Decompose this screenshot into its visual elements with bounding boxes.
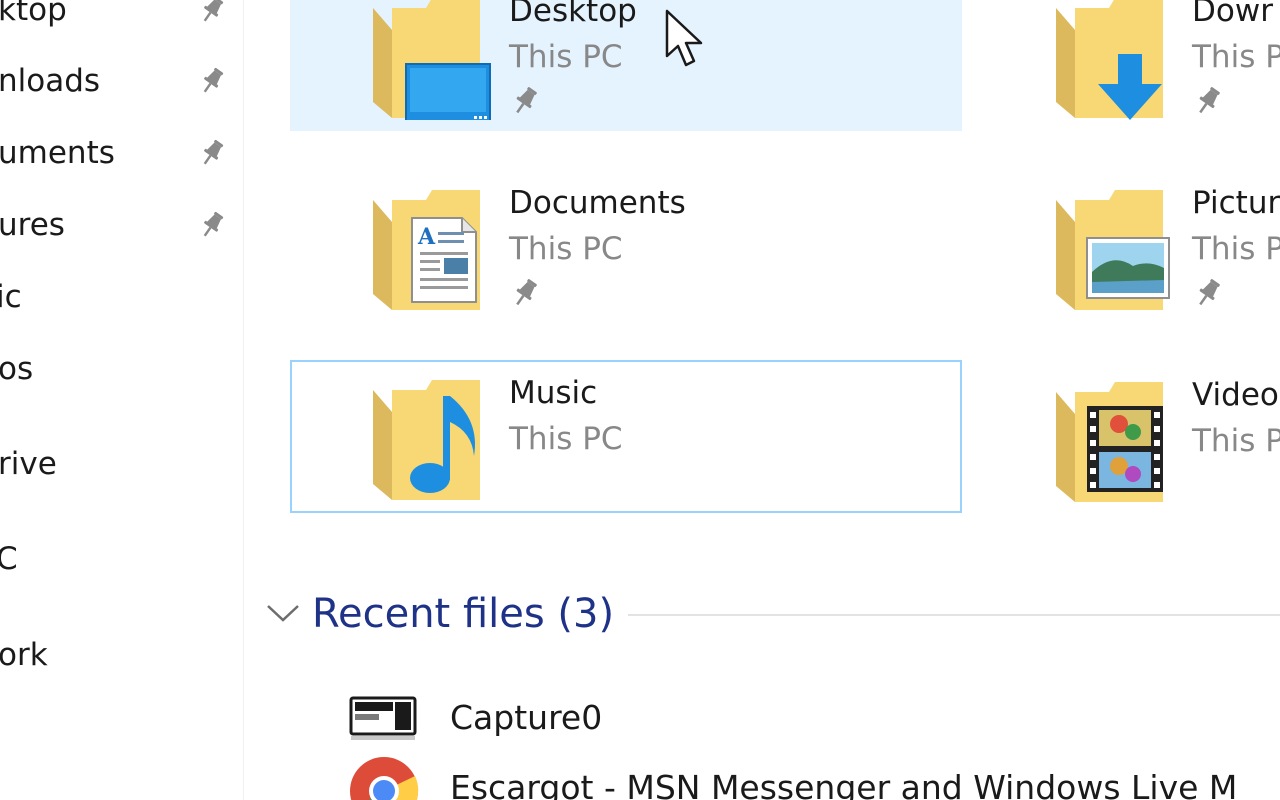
navigation-pane: ktop nloads uments ures ic os rive C ork (0, 0, 244, 800)
tile-location: This P (1192, 423, 1280, 459)
quick-access-tile-desktop[interactable]: Desktop This PC (290, 0, 962, 131)
tile-name: Video (1192, 377, 1279, 413)
tile-name: Documents (509, 185, 686, 221)
recent-files-header[interactable]: Recent files (3) (264, 588, 1280, 640)
nav-item-label: nloads (0, 63, 101, 99)
quick-access-tile-pictures[interactable]: Pictur This P (973, 170, 1280, 323)
nav-item-pictures[interactable]: ures (0, 207, 243, 257)
nav-item-label: rive (0, 446, 57, 482)
chrome-icon (350, 757, 419, 800)
mouse-cursor-icon (665, 9, 703, 67)
recent-file-row[interactable]: Capture0 (349, 690, 1249, 750)
nav-item-label: ures (0, 207, 65, 243)
nav-item-label: C (0, 541, 18, 577)
tile-location: This P (1192, 231, 1280, 267)
nav-item-this-pc[interactable]: C (0, 541, 243, 591)
nav-item-onedrive[interactable]: rive (0, 446, 243, 496)
nav-item-label: ic (0, 279, 22, 315)
nav-item-label: ork (0, 637, 48, 673)
downloads-folder-icon (1056, 0, 1163, 120)
music-folder-icon (373, 380, 480, 500)
recent-files-title: Recent files (3) (312, 591, 615, 637)
pin-icon (516, 87, 537, 114)
pin-icon (203, 211, 224, 237)
pin-icon (1199, 87, 1220, 114)
recent-file-row[interactable]: Escargot - MSN Messenger and Windows Liv… (349, 756, 1249, 800)
pictures-folder-icon (1056, 190, 1170, 310)
documents-folder-icon: A (373, 190, 480, 310)
quick-access-tile-downloads[interactable]: Dowr This PC (973, 0, 1280, 131)
nav-item-documents[interactable]: uments (0, 135, 243, 185)
tile-location: This PC (509, 231, 623, 267)
pin-icon (203, 139, 224, 165)
quick-access-tile-music[interactable]: Music This PC (290, 360, 962, 513)
nav-item-videos[interactable]: os (0, 351, 243, 401)
tile-name: Pictur (1192, 185, 1280, 221)
svg-text:A: A (417, 224, 436, 250)
recent-file-name: Escargot - MSN Messenger and Windows Liv… (450, 768, 1238, 800)
tile-location: This PC (509, 39, 623, 75)
chevron-down-icon[interactable] (264, 598, 302, 628)
section-divider (628, 614, 1280, 616)
tile-name: Desktop (509, 0, 637, 29)
nav-item-desktop[interactable]: ktop (0, 0, 243, 42)
nav-item-downloads[interactable]: nloads (0, 63, 243, 113)
pin-icon (203, 0, 224, 22)
content-pane: Desktop This PC Dowr This PC A (244, 0, 1280, 800)
tile-location: This PC (1192, 39, 1280, 75)
nav-item-label: os (0, 351, 34, 387)
desktop-folder-icon (373, 0, 491, 120)
nav-item-label: ktop (0, 0, 67, 28)
quick-access-tile-documents[interactable]: A Documents This PC (290, 170, 962, 323)
tile-name: Music (509, 375, 598, 411)
nav-item-label: uments (0, 135, 115, 171)
pin-icon (1199, 279, 1220, 306)
nav-item-network[interactable]: ork (0, 637, 243, 687)
videos-folder-icon (1056, 382, 1163, 502)
image-file-icon (349, 696, 417, 740)
nav-item-music[interactable]: ic (0, 279, 243, 329)
pin-icon (516, 279, 537, 306)
pin-icon (203, 67, 224, 93)
recent-file-name: Capture0 (450, 698, 603, 737)
tile-name: Dowr (1192, 0, 1273, 29)
tile-location: This PC (509, 421, 623, 457)
quick-access-tile-videos[interactable]: Video This P (973, 362, 1280, 515)
